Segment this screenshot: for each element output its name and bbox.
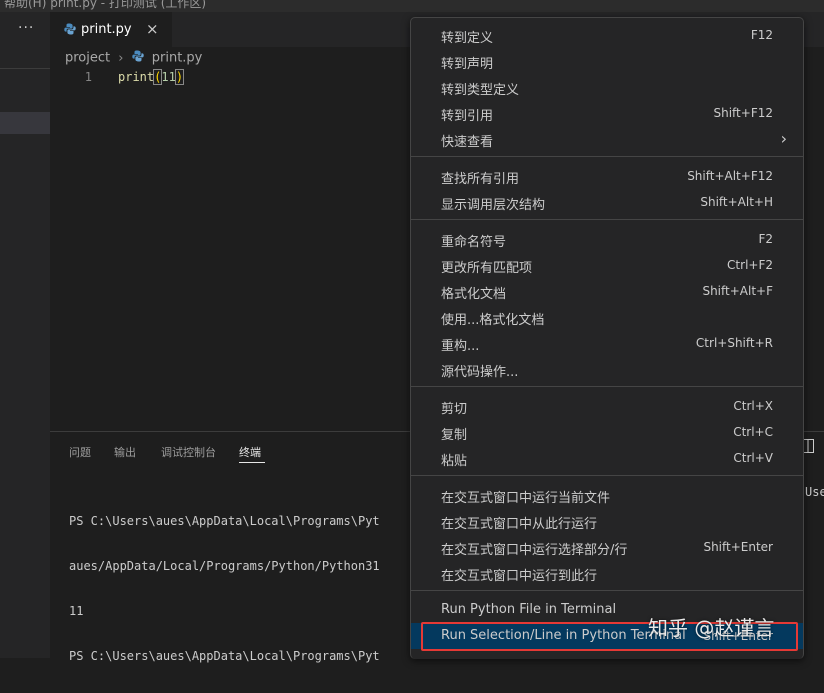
menu-item-label: 使用...格式化文档 <box>441 313 545 328</box>
menu-item-label: 复制 <box>441 428 468 443</box>
python-file-icon <box>131 50 148 66</box>
terminal-line: PS C:\Users\aues\AppData\Local\Programs\… <box>69 649 380 663</box>
menu-separator <box>411 219 803 220</box>
menu-item-shortcut: Shift+Alt+H <box>700 195 773 209</box>
menu-item-shortcut: Ctrl+F2 <box>727 258 773 272</box>
menu-item-label: 在交互式窗口中运行到此行 <box>441 569 598 584</box>
sidebar: ··· <box>0 12 50 658</box>
tab-label: print.py <box>81 22 132 37</box>
menu-item-label: 在交互式窗口中运行当前文件 <box>441 491 611 506</box>
menu-item-run-to-line-interactive[interactable]: 在交互式窗口中运行到此行 <box>411 560 803 586</box>
breadcrumb-folder[interactable]: project <box>65 51 110 66</box>
menu-item-shortcut: Shift+Alt+F <box>702 284 773 298</box>
code-paren-close: ) <box>174 69 185 85</box>
more-actions-icon[interactable]: ··· <box>18 20 34 36</box>
breadcrumb: project › print.py <box>65 50 202 66</box>
menu-separator <box>411 156 803 157</box>
menu-item-source-action[interactable]: 源代码操作... <box>411 356 803 382</box>
breadcrumb-file[interactable]: print.py <box>152 51 203 66</box>
menu-item-copy[interactable]: 复制 Ctrl+C <box>411 419 803 445</box>
menu-item-find-all-references[interactable]: 查找所有引用 Shift+Alt+F12 <box>411 163 803 189</box>
menu-item-shortcut: Ctrl+X <box>733 399 773 413</box>
menu-item-shortcut: F12 <box>750 28 773 42</box>
menu-item-label: 在交互式窗口中从此行运行 <box>441 517 598 532</box>
menu-item-label: 转到类型定义 <box>441 83 520 98</box>
tab-debug-console[interactable]: 调试控制台 <box>161 444 216 460</box>
terminal-line: PS C:\Users\aues\AppData\Local\Programs\… <box>69 514 380 528</box>
menu-item-label: Run Python File in Terminal <box>441 602 617 617</box>
menu-item-label: 格式化文档 <box>441 287 507 302</box>
menu-item-label: 转到声明 <box>441 57 494 72</box>
menu-item-shortcut: Ctrl+Shift+R <box>695 336 773 350</box>
close-icon[interactable]: × <box>146 20 159 38</box>
menu-item-shortcut: Shift+Enter <box>703 540 773 554</box>
menu-item-format-document[interactable]: 格式化文档 Shift+Alt+F <box>411 278 803 304</box>
menu-item-label: 快速查看 <box>441 135 494 150</box>
menu-item-label: 重构... <box>441 339 480 354</box>
sidebar-selected-item[interactable] <box>0 112 50 134</box>
terminal-output[interactable]: PS C:\Users\aues\AppData\Local\Programs\… <box>69 485 380 693</box>
menu-item-label: 转到引用 <box>441 109 494 124</box>
tab-output[interactable]: 输出 <box>114 444 136 460</box>
menu-item-format-document-with[interactable]: 使用...格式化文档 <box>411 304 803 330</box>
menu-separator <box>411 386 803 387</box>
menu-item-run-from-line-interactive[interactable]: 在交互式窗口中从此行运行 <box>411 508 803 534</box>
menu-item-go-to-type-definition[interactable]: 转到类型定义 <box>411 74 803 100</box>
window-title: 帮助(H) print.py - 打印测试 (工作区) <box>4 0 207 10</box>
code-text[interactable]: print(11) <box>118 69 185 85</box>
menu-item-change-all-occurrences[interactable]: 更改所有匹配项 Ctrl+F2 <box>411 252 803 278</box>
code-function: print <box>118 70 155 84</box>
watermark: 知乎 @赵谨言 <box>648 616 775 640</box>
menu-item-label: 转到定义 <box>441 31 494 46</box>
menu-item-label: 显示调用层次结构 <box>441 198 546 213</box>
menu-item-shortcut: Shift+F12 <box>713 106 773 120</box>
active-tab-indicator <box>239 462 265 463</box>
line-number: 1 <box>84 70 92 84</box>
python-file-icon <box>64 23 76 39</box>
terminal-line: aues/AppData/Local/Programs/Python/Pytho… <box>69 559 380 573</box>
menu-item-go-to-declaration[interactable]: 转到声明 <box>411 48 803 74</box>
menu-item-peek[interactable]: 快速查看 › <box>411 126 803 152</box>
code-argument: 11 <box>161 70 176 84</box>
menu-item-label: 重命名符号 <box>441 235 507 250</box>
menu-separator <box>411 475 803 476</box>
menu-item-label: 源代码操作... <box>441 365 519 380</box>
chevron-right-icon: › <box>118 50 124 66</box>
menu-item-go-to-definition[interactable]: 转到定义 F12 <box>411 22 803 48</box>
menu-item-run-current-file-interactive[interactable]: 在交互式窗口中运行当前文件 <box>411 482 803 508</box>
menu-item-shortcut: F2 <box>758 232 773 246</box>
terminal-line: 11 <box>69 604 84 618</box>
menu-item-label: 剪切 <box>441 402 468 417</box>
menu-separator <box>411 590 803 591</box>
menu-item-label: 粘贴 <box>441 454 468 469</box>
context-menu: 转到定义 F12 转到声明 转到类型定义 转到引用 Shift+F12 快速查看… <box>410 17 804 659</box>
menu-item-label: 在交互式窗口中运行选择部分/行 <box>441 543 628 558</box>
menu-item-shortcut: Shift+Alt+F12 <box>687 169 773 183</box>
menu-item-shortcut: Ctrl+V <box>733 451 773 465</box>
tab-terminal[interactable]: 终端 <box>239 444 261 460</box>
menu-item-rename-symbol[interactable]: 重命名符号 F2 <box>411 226 803 252</box>
sidebar-divider <box>0 68 50 69</box>
menu-item-show-call-hierarchy[interactable]: 显示调用层次结构 Shift+Alt+H <box>411 189 803 215</box>
title-bar: 帮助(H) print.py - 打印测试 (工作区) <box>0 0 824 12</box>
terminal-line-overflow: Use <box>805 485 824 499</box>
menu-item-run-selection-interactive[interactable]: 在交互式窗口中运行选择部分/行 Shift+Enter <box>411 534 803 560</box>
menu-item-shortcut: Ctrl+C <box>733 425 773 439</box>
menu-item-label: 查找所有引用 <box>441 172 520 187</box>
menu-item-go-to-references[interactable]: 转到引用 Shift+F12 <box>411 100 803 126</box>
tab-print-py[interactable]: print.py × <box>50 12 172 47</box>
tab-problems[interactable]: 问题 <box>69 444 91 460</box>
menu-item-refactor[interactable]: 重构... Ctrl+Shift+R <box>411 330 803 356</box>
menu-item-cut[interactable]: 剪切 Ctrl+X <box>411 393 803 419</box>
menu-item-paste[interactable]: 粘贴 Ctrl+V <box>411 445 803 471</box>
menu-item-label: 更改所有匹配项 <box>441 261 533 276</box>
chevron-right-icon: › <box>780 129 787 148</box>
